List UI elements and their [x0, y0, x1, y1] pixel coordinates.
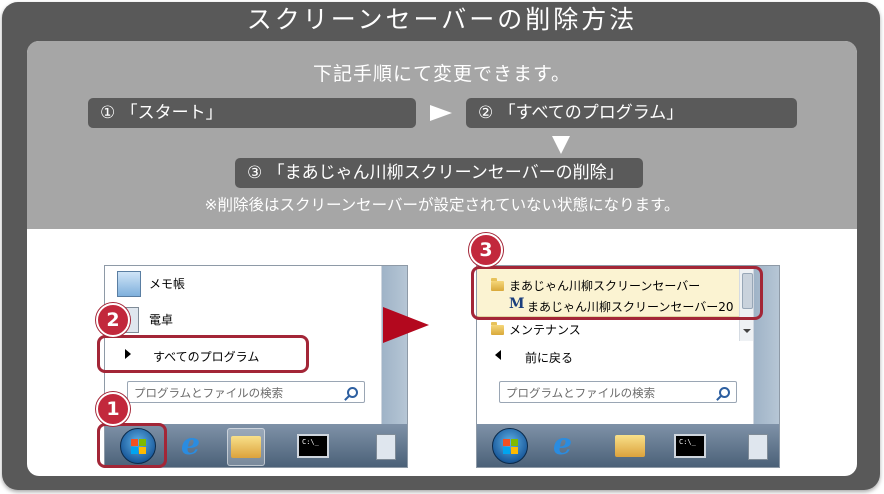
scroll-down-icon[interactable]: [743, 329, 751, 333]
badge-2: 2: [96, 303, 130, 337]
red-arrow-icon: [383, 307, 429, 343]
cmd-text: C:\_: [302, 438, 319, 446]
step-3-pill: ③ 「まあじゃん川柳スクリーンセーバーの削除」: [235, 158, 643, 188]
cmd-button[interactable]: C:\_: [672, 428, 708, 464]
search-input[interactable]: プログラムとファイルの検索: [127, 381, 365, 403]
page-title: スクリーンセーバーの削除方法: [246, 5, 638, 34]
ie-icon[interactable]: e: [553, 430, 572, 460]
note-text: ※削除後はスクリーンセーバーが設定されていない状態になります。: [204, 196, 680, 214]
highlight-start-button: [97, 423, 167, 468]
notepad-icon: [117, 271, 141, 297]
step-1-pill: ① 「スタート」: [88, 98, 416, 128]
badge-1: 1: [96, 392, 130, 426]
explorer-button[interactable]: [612, 428, 648, 464]
cmd-icon: C:\_: [297, 434, 329, 458]
folder-icon: [231, 436, 261, 458]
back-label: 前に戻る: [525, 351, 574, 365]
windows-logo-part: [511, 439, 518, 446]
badge-3: 3: [469, 233, 503, 267]
instructions-band: 下記手順にて変更できます。 ① 「スタート」 ② 「すべてのプログラム」 ③ 「…: [27, 41, 857, 229]
start-menu-right-pane: [382, 266, 407, 424]
subtitle: 下記手順にて変更できます。: [312, 63, 572, 85]
highlight-uninstall: [471, 266, 763, 320]
search-input[interactable]: プログラムとファイルの検索: [499, 381, 737, 403]
windows-logo-icon: [503, 439, 510, 446]
step-2-pill: ② 「すべてのプログラム」: [466, 98, 797, 128]
menu-item-label: メモ帳: [149, 277, 186, 291]
explorer-button[interactable]: [227, 428, 265, 466]
windows-logo-part: [511, 447, 518, 454]
ie-icon[interactable]: e: [181, 430, 200, 460]
folder-icon: [615, 435, 645, 457]
menu-item-label: 電卓: [149, 313, 174, 327]
calculator-icon: [748, 434, 768, 460]
start-button[interactable]: [492, 428, 528, 464]
arrow-down-icon: [552, 136, 570, 154]
calculator-taskbar-button[interactable]: [368, 428, 404, 464]
highlight-all-programs: [97, 335, 309, 373]
menu-item-notepad[interactable]: メモ帳: [105, 268, 381, 298]
folder-icon: [491, 322, 504, 335]
taskbar: e C:\_: [477, 424, 779, 467]
arrow-right-icon: [430, 105, 452, 121]
search-placeholder: プログラムとファイルの検索: [506, 386, 656, 400]
search-icon[interactable]: [719, 387, 730, 398]
search-placeholder: プログラムとファイルの検索: [134, 386, 284, 400]
maintenance-label: メンテナンス: [509, 323, 581, 337]
search-icon[interactable]: [347, 387, 358, 398]
triangle-left-icon: [495, 350, 501, 360]
back-item[interactable]: 前に戻る: [477, 342, 753, 372]
windows-logo-part: [503, 447, 510, 454]
cmd-icon: C:\_: [674, 434, 706, 458]
calculator-icon: [376, 434, 396, 460]
cmd-button[interactable]: C:\_: [295, 428, 331, 464]
cmd-text: C:\_: [679, 438, 696, 446]
menu-item-calculator[interactable]: 電卓: [105, 304, 381, 334]
calculator-taskbar-button[interactable]: [740, 428, 776, 464]
